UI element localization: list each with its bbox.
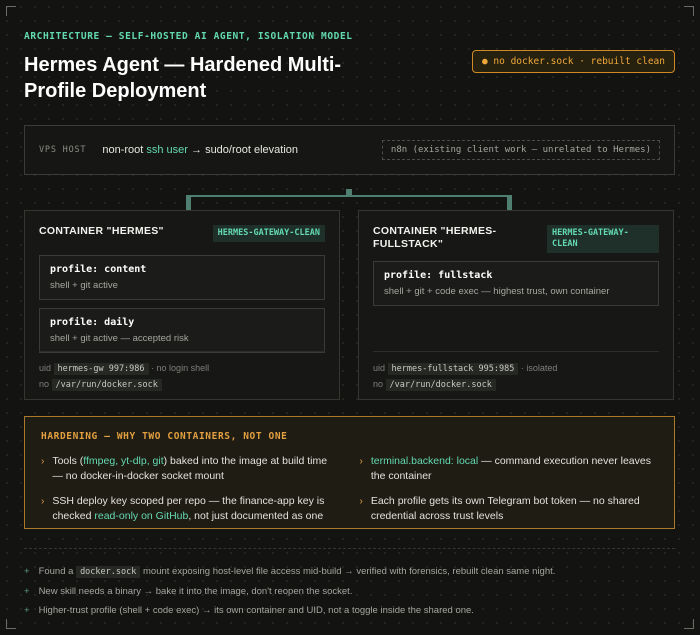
container-hermes: CONTAINER "HERMES" HERMES-GATEWAY-CLEAN … xyxy=(24,210,340,400)
chevron-right-icon: › xyxy=(41,456,45,467)
chevron-right-icon: › xyxy=(359,456,363,467)
chevron-right-icon: › xyxy=(359,496,363,507)
docker-sock-code: docker.sock xyxy=(76,566,141,578)
vps-host-box: VPS HOST non-root ssh user → sudo/root e… xyxy=(24,125,675,175)
note-item: + New skill needs a binary → bake it int… xyxy=(24,582,675,601)
hardening-item: › Each profile gets its own Telegram bot… xyxy=(359,495,640,522)
frame-corner-top-right xyxy=(684,6,694,16)
docker-sock-code: /var/run/docker.sock xyxy=(51,379,162,391)
frame-corner-bottom-right xyxy=(684,619,694,629)
container-tag: HERMES-GATEWAY-CLEAN xyxy=(212,225,325,242)
hardening-item: › terminal.backend: local — command exec… xyxy=(359,455,652,482)
uid-line: uid hermes-gw 997:986 · no login shell xyxy=(39,363,210,375)
container-footer: uid hermes-fullstack 995:985 · isolated … xyxy=(373,351,659,393)
page-title: Hermes Agent — Hardened Multi-Profile De… xyxy=(24,54,342,102)
docker-sock-line: no /var/run/docker.sock xyxy=(39,377,325,393)
docker-sock-code: /var/run/docker.sock xyxy=(385,379,496,391)
profile-card-daily: profile: daily shell + git active — acce… xyxy=(39,308,325,353)
connector-line-right xyxy=(507,195,512,211)
container-footer: uid hermes-gw 997:986 · no login shell n… xyxy=(39,351,325,393)
status-badge: ● no docker.sock · rebuilt clean xyxy=(471,50,675,73)
note-item: + Found a docker.sock mount exposing hos… xyxy=(24,562,675,582)
frame-corner-bottom-left xyxy=(6,619,16,629)
profile-description: shell + git active — accepted risk xyxy=(50,333,189,344)
hardening-item: › Tools (ffmpeg, yt-dlp, git) baked into… xyxy=(41,455,328,482)
ssh-user-highlight: ssh user xyxy=(146,144,188,156)
hardening-panel: HARDENING — WHY TWO CONTAINERS, NOT ONE … xyxy=(24,416,675,529)
notes-divider xyxy=(24,548,675,549)
uid-code: hermes-gw 997:986 xyxy=(53,363,149,375)
profile-card-fullstack: profile: fullstack shell + git + code ex… xyxy=(373,261,659,306)
uid-code: hermes-fullstack 995:985 xyxy=(387,363,519,375)
connector-line-horizontal xyxy=(186,195,512,197)
container-hermes-fullstack: CONTAINER "HERMES-FULLSTACK" HERMES-GATE… xyxy=(358,210,674,400)
container-tag: HERMES-GATEWAY-CLEAN xyxy=(547,225,659,253)
status-badge-text: no docker.sock · rebuilt clean xyxy=(493,56,665,67)
profile-description: shell + git + code exec — highest trust,… xyxy=(384,286,610,297)
plus-icon: + xyxy=(24,586,30,597)
vps-host-description: non-root ssh user → sudo/root elevation xyxy=(102,144,299,156)
uid-line: uid hermes-fullstack 995:985 · isolated xyxy=(373,363,558,375)
hardening-item: › SSH deploy key scoped per repo — the f… xyxy=(41,495,325,522)
container-title: CONTAINER "HERMES-FULLSTACK" xyxy=(373,225,497,250)
eyebrow-label: ARCHITECTURE — SELF-HOSTED AI AGENT, ISO… xyxy=(24,31,353,42)
profile-name: profile: content xyxy=(50,264,147,275)
profile-name: profile: fullstack xyxy=(384,270,493,281)
note-item: + Higher-trust profile (shell + code exe… xyxy=(24,601,675,620)
profile-description: shell + git active xyxy=(50,280,118,291)
plus-icon: + xyxy=(24,605,30,616)
container-title: CONTAINER "HERMES" xyxy=(39,225,164,237)
n8n-note: n8n (existing client work — unrelated to… xyxy=(381,140,660,160)
profile-card-content: profile: content shell + git active xyxy=(39,255,325,300)
plus-icon: + xyxy=(24,566,30,577)
vps-host-label: VPS HOST xyxy=(39,145,87,155)
connector-line-left xyxy=(186,195,191,211)
hardening-title: HARDENING — WHY TWO CONTAINERS, NOT ONE xyxy=(41,431,288,442)
docker-sock-line: no /var/run/docker.sock xyxy=(373,377,659,393)
notes-list: + Found a docker.sock mount exposing hos… xyxy=(24,562,675,620)
frame-corner-top-left xyxy=(6,6,16,16)
chevron-right-icon: › xyxy=(41,496,45,507)
profile-name: profile: daily xyxy=(50,317,135,328)
